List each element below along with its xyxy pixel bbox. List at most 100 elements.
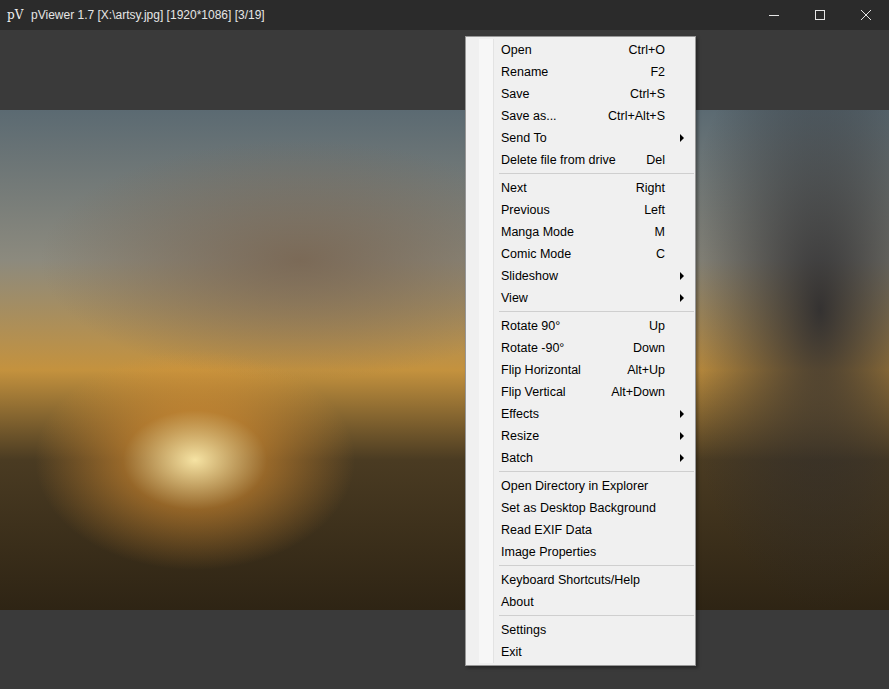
menu-item-label: Rotate -90° [501, 341, 621, 355]
submenu-cell [665, 432, 685, 440]
menu-item-label: Send To [501, 131, 653, 145]
menu-item-label: Open Directory in Explorer [501, 479, 653, 493]
menu-item-label: Delete file from drive [501, 153, 634, 167]
app-logo: pV [0, 8, 29, 22]
menu-item-label: Next [501, 181, 624, 195]
menu-item[interactable]: Rotate -90°Down [466, 337, 695, 359]
menu-item[interactable]: OpenCtrl+O [466, 39, 695, 61]
photo [0, 110, 889, 610]
menu-item-shortcut: Down [621, 341, 665, 355]
maximize-button[interactable] [797, 0, 843, 30]
menu-item[interactable]: Save as...Ctrl+Alt+S [466, 105, 695, 127]
menu-group: NextRightPreviousLeftManga ModeMComic Mo… [466, 177, 695, 309]
menu-item[interactable]: Keyboard Shortcuts/Help [466, 569, 695, 591]
menu-item-label: Rename [501, 65, 638, 79]
menu-item-label: Settings [501, 623, 653, 637]
submenu-arrow-icon [680, 134, 684, 142]
menu-group: Settings Exit [466, 619, 695, 663]
menu-item-shortcut: Ctrl+Alt+S [596, 109, 665, 123]
menu-item[interactable]: Rotate 90°Up [466, 315, 695, 337]
menu-item-shortcut: Left [632, 203, 665, 217]
menu-item[interactable]: Read EXIF Data [466, 519, 695, 541]
menu-item-label: Flip Horizontal [501, 363, 615, 377]
menu-item[interactable]: Slideshow [466, 265, 695, 287]
menu-group: OpenCtrl+ORenameF2SaveCtrl+SSave as...Ct… [466, 39, 695, 171]
menu-item-label: Effects [501, 407, 653, 421]
submenu-arrow-icon [680, 454, 684, 462]
close-icon [861, 10, 871, 20]
menu-separator [499, 471, 694, 472]
minimize-icon [769, 10, 779, 20]
submenu-arrow-icon [680, 410, 684, 418]
menu-item-shortcut: C [644, 247, 665, 261]
menu-item-label: Image Properties [501, 545, 653, 559]
menu-item[interactable]: View [466, 287, 695, 309]
menu-item-label: View [501, 291, 653, 305]
menu-item-label: About [501, 595, 653, 609]
close-button[interactable] [843, 0, 889, 30]
context-menu: OpenCtrl+ORenameF2SaveCtrl+SSave as...Ct… [465, 36, 696, 666]
menu-separator [499, 565, 694, 566]
menu-item[interactable]: Comic ModeC [466, 243, 695, 265]
menu-item[interactable]: Settings [466, 619, 695, 641]
submenu-arrow-icon [680, 294, 684, 302]
menu-item[interactable]: SaveCtrl+S [466, 83, 695, 105]
menu-item-shortcut: F2 [638, 65, 665, 79]
menu-item[interactable]: Send To [466, 127, 695, 149]
menu-separator [499, 173, 694, 174]
menu-item-shortcut: Alt+Down [599, 385, 665, 399]
menu-item[interactable]: Batch [466, 447, 695, 469]
menu-item-shortcut: Right [624, 181, 665, 195]
menu-item[interactable]: Flip VerticalAlt+Down [466, 381, 695, 403]
menu-item-shortcut: Up [637, 319, 665, 333]
menu-item[interactable]: About [466, 591, 695, 613]
menu-item-shortcut: Del [634, 153, 665, 167]
submenu-cell [665, 134, 685, 142]
menu-item-label: Open [501, 43, 617, 57]
menu-item-label: Read EXIF Data [501, 523, 653, 537]
submenu-cell [665, 294, 685, 302]
menu-item-label: Keyboard Shortcuts/Help [501, 573, 653, 587]
menu-item[interactable]: Delete file from driveDel [466, 149, 695, 171]
menu-item-label: Manga Mode [501, 225, 643, 239]
menu-item-label: Save [501, 87, 618, 101]
menu-item[interactable]: NextRight [466, 177, 695, 199]
menu-item-shortcut: M [643, 225, 665, 239]
minimize-button[interactable] [751, 0, 797, 30]
menu-item-label: Previous [501, 203, 632, 217]
menu-group: Open Directory in Explorer Set as Desktop… [466, 475, 695, 563]
submenu-cell [665, 454, 685, 462]
menu-item-shortcut: Alt+Up [615, 363, 665, 377]
submenu-arrow-icon [680, 272, 684, 280]
menu-item[interactable]: Manga ModeM [466, 221, 695, 243]
menu-item[interactable]: Open Directory in Explorer [466, 475, 695, 497]
menu-item[interactable]: Set as Desktop Background [466, 497, 695, 519]
image-stage [0, 30, 889, 689]
submenu-arrow-icon [680, 432, 684, 440]
menu-item[interactable]: RenameF2 [466, 61, 695, 83]
menu-item[interactable]: Exit [466, 641, 695, 663]
menu-item[interactable]: Resize [466, 425, 695, 447]
menu-item-shortcut: Ctrl+O [617, 43, 665, 57]
window-controls [751, 0, 889, 30]
submenu-cell [665, 410, 685, 418]
menu-item-label: Comic Mode [501, 247, 644, 261]
menu-item-shortcut: Ctrl+S [618, 87, 665, 101]
menu-item-label: Batch [501, 451, 653, 465]
menu-item-label: Flip Vertical [501, 385, 599, 399]
menu-item-label: Rotate 90° [501, 319, 637, 333]
menu-item[interactable]: Effects [466, 403, 695, 425]
window-title: pViewer 1.7 [X:\artsy.jpg] [1920*1086] [… [29, 8, 751, 22]
menu-item[interactable]: PreviousLeft [466, 199, 695, 221]
title-bar[interactable]: pVpViewer 1.7 [X:\artsy.jpg] [1920*1086]… [0, 0, 889, 30]
menu-item[interactable]: Flip HorizontalAlt+Up [466, 359, 695, 381]
menu-group: Keyboard Shortcuts/Help About [466, 569, 695, 613]
menu-item-label: Slideshow [501, 269, 653, 283]
menu-item-label: Exit [501, 645, 653, 659]
menu-item[interactable]: Image Properties [466, 541, 695, 563]
menu-gutter [479, 39, 494, 663]
app-window: pVpViewer 1.7 [X:\artsy.jpg] [1920*1086]… [0, 0, 889, 689]
maximize-icon [815, 10, 825, 20]
submenu-cell [665, 272, 685, 280]
menu-group: Rotate 90°UpRotate -90°DownFlip Horizont… [466, 315, 695, 469]
